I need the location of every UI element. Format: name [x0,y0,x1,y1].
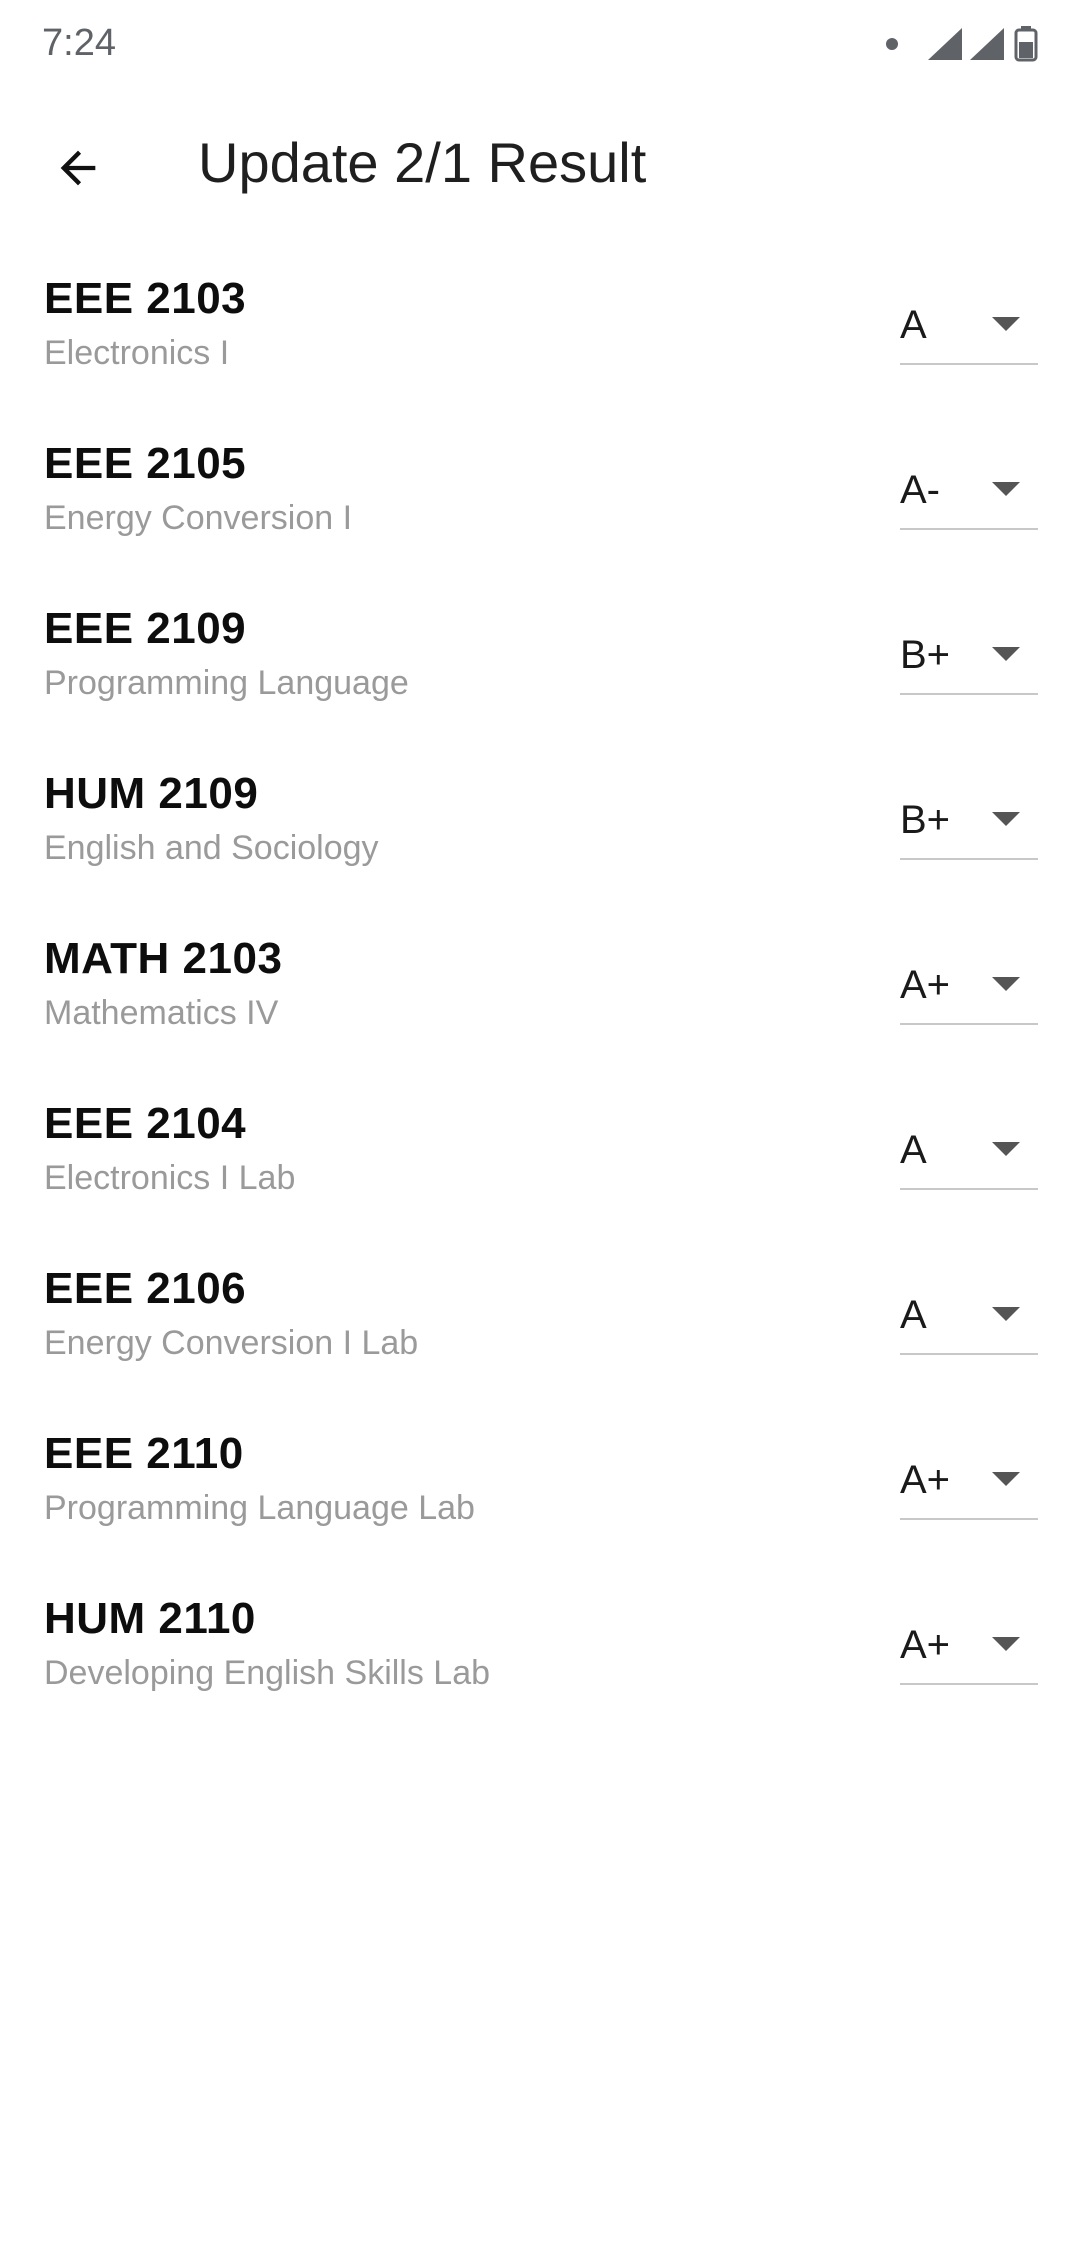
status-bar: 7:24 [0,0,1080,90]
notification-dot-icon [886,38,898,50]
course-row: HUM 2110 Developing English Skills Lab A… [0,1570,1080,1735]
grade-value: A [900,1128,927,1172]
grade-dropdown[interactable]: A+ [900,955,1038,1025]
grade-dropdown[interactable]: B+ [900,625,1038,695]
course-name: Electronics I [44,334,230,372]
course-row: EEE 2110 Programming Language Lab A+ [0,1405,1080,1570]
course-code: HUM 2109 [44,769,259,818]
grade-dropdown[interactable]: A+ [900,1615,1038,1685]
course-name: Mathematics IV [44,994,279,1032]
course-name: Energy Conversion I Lab [44,1324,419,1362]
grade-value: A- [900,468,940,512]
dropdown-arrow-icon [992,482,1020,496]
signal-icon [928,28,962,60]
course-name: Developing English Skills Lab [44,1654,491,1692]
grade-dropdown[interactable]: A [900,295,1038,365]
dropdown-arrow-icon [992,1307,1020,1321]
grade-dropdown[interactable]: B+ [900,790,1038,860]
grade-value: A [900,303,927,347]
grade-value: B+ [900,798,951,842]
app-bar: Update 2/1 Result [0,90,1080,240]
grade-value: A+ [900,963,951,1007]
grade-value: A+ [900,1458,951,1502]
course-row: EEE 2105 Energy Conversion I A- [0,415,1080,580]
signal-icon [970,28,1004,60]
course-code: MATH 2103 [44,934,283,983]
course-name: Electronics I Lab [44,1159,296,1197]
dropdown-arrow-icon [992,647,1020,661]
course-row: EEE 2109 Programming Language B+ [0,580,1080,745]
course-row: EEE 2104 Electronics I Lab A [0,1075,1080,1240]
course-code: EEE 2106 [44,1264,247,1313]
page-title: Update 2/1 Result [198,131,647,194]
grade-dropdown[interactable]: A+ [900,1450,1038,1520]
dropdown-arrow-icon [992,812,1020,826]
course-row: EEE 2106 Energy Conversion I Lab A [0,1240,1080,1405]
dropdown-arrow-icon [992,1637,1020,1651]
dropdown-arrow-icon [992,317,1020,331]
course-code: EEE 2105 [44,439,247,488]
course-code: EEE 2104 [44,1099,247,1148]
status-icons [882,26,1042,66]
course-code: HUM 2110 [44,1594,256,1643]
course-code: EEE 2103 [44,274,247,323]
course-row: HUM 2109 English and Sociology B+ [0,745,1080,910]
grade-dropdown[interactable]: A- [900,460,1038,530]
dropdown-arrow-icon [992,1142,1020,1156]
battery-icon [1014,26,1038,62]
grade-value: A+ [900,1623,951,1667]
course-name: English and Sociology [44,829,379,867]
course-code: EEE 2110 [44,1429,244,1478]
course-name: Programming Language Lab [44,1489,475,1527]
dropdown-arrow-icon [992,977,1020,991]
status-time: 7:24 [42,22,116,64]
course-name: Programming Language [44,664,409,702]
grade-value: B+ [900,633,951,677]
course-row: EEE 2103 Electronics I A [0,250,1080,415]
grade-dropdown[interactable]: A [900,1120,1038,1190]
course-list: EEE 2103 Electronics I A EEE 2105 Energy… [0,250,1080,1735]
dropdown-arrow-icon [992,1472,1020,1486]
back-button[interactable] [30,120,126,216]
course-name: Energy Conversion I [44,499,353,537]
grade-value: A [900,1293,927,1337]
course-code: EEE 2109 [44,604,247,653]
arrow-back-icon [60,150,96,186]
grade-dropdown[interactable]: A [900,1285,1038,1355]
course-row: MATH 2103 Mathematics IV A+ [0,910,1080,1075]
